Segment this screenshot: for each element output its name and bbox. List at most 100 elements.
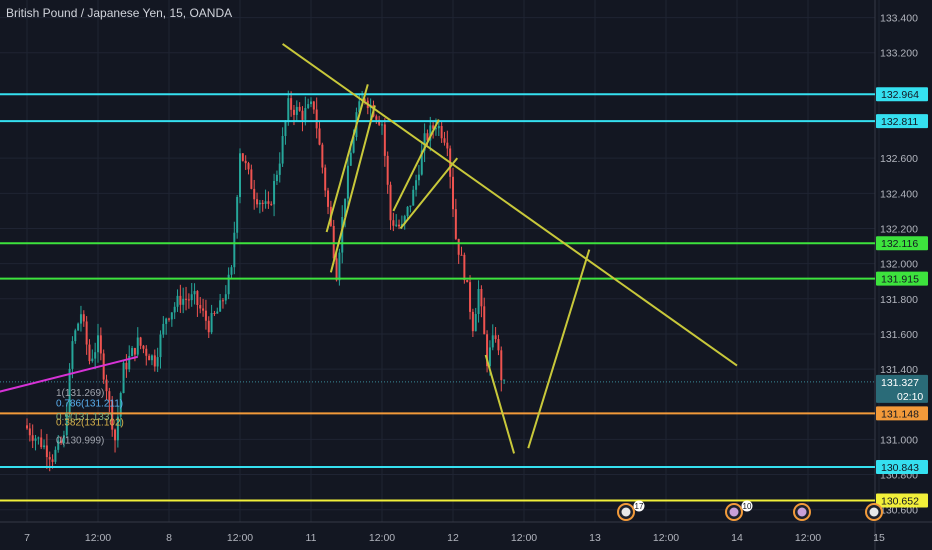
candle-body — [37, 437, 40, 439]
y-tick-label: 131.400 — [880, 364, 918, 376]
candle-body — [247, 163, 250, 170]
candle-body — [315, 109, 318, 129]
candle-body — [383, 124, 386, 156]
event-flag-inner — [869, 507, 879, 517]
candle-body — [156, 357, 159, 367]
candle-body — [307, 104, 310, 109]
event-count: 10 — [743, 502, 752, 511]
candle-body — [298, 106, 301, 111]
candle-body — [273, 181, 276, 205]
chart-root: British Pound / Japanese Yen, 15, OANDA … — [0, 0, 932, 550]
candle-body — [460, 254, 463, 256]
event-flag-inner — [797, 507, 807, 517]
candle-body — [281, 136, 284, 164]
candle-body — [258, 202, 261, 205]
candle-body — [45, 445, 48, 458]
candle-body — [457, 238, 460, 255]
candle-body — [443, 138, 446, 143]
candle-body — [224, 294, 227, 301]
y-tick-label: 133.200 — [880, 48, 918, 60]
candle-body — [26, 425, 28, 429]
candle-body — [236, 196, 239, 233]
candle-body — [79, 314, 82, 324]
candle-body — [170, 312, 173, 320]
candle-body — [165, 318, 168, 324]
candle-body — [497, 339, 500, 351]
candle-body — [94, 352, 97, 359]
level-price-badge-text: 130.652 — [881, 496, 919, 508]
candle-body — [261, 202, 264, 205]
candle-body — [295, 106, 298, 115]
candle-body — [290, 98, 293, 110]
candle-body — [264, 201, 267, 205]
event-flag-inner — [729, 507, 739, 517]
candle-body — [310, 101, 312, 105]
candle-body — [54, 449, 57, 462]
candle-body — [148, 355, 151, 361]
candle-body — [91, 358, 94, 362]
candle-body — [82, 314, 85, 322]
candle-body — [267, 201, 270, 204]
candle-body — [71, 341, 74, 369]
x-tick-label: 7 — [24, 532, 30, 544]
candle-body — [301, 110, 304, 120]
candle-body — [321, 144, 324, 168]
candle-body — [304, 108, 307, 120]
candle-body — [182, 298, 185, 305]
candle-body — [386, 155, 389, 185]
candle-body — [241, 153, 244, 161]
candle-body — [213, 312, 216, 314]
x-tick-label: 12:00 — [653, 532, 679, 544]
candle-body — [210, 312, 213, 333]
level-price-badge-text: 132.964 — [881, 89, 919, 101]
candle-body — [483, 306, 486, 335]
candle-body — [199, 305, 202, 309]
candle-body — [159, 334, 162, 358]
candle-body — [204, 310, 207, 321]
candle-body — [162, 323, 165, 335]
candle-body — [88, 344, 91, 362]
candle-body — [346, 165, 349, 199]
candle-body — [216, 311, 219, 314]
candle-body — [480, 288, 483, 307]
candle-body — [207, 320, 210, 333]
candle-body — [145, 348, 148, 356]
y-tick-label: 132.000 — [880, 259, 918, 271]
candle-body — [244, 160, 247, 164]
candle-body — [34, 438, 37, 441]
candle-body — [440, 125, 443, 139]
candle-body — [392, 220, 395, 226]
level-price-badge-text: 131.915 — [881, 274, 919, 286]
x-tick-label: 12:00 — [795, 532, 821, 544]
level-price-badge-text: 132.811 — [881, 116, 918, 128]
candle-body — [437, 125, 440, 129]
event-count: 17 — [635, 502, 644, 511]
candle-body — [409, 205, 412, 207]
candle-body — [452, 176, 454, 210]
candle-body — [275, 174, 278, 182]
chart-canvas[interactable]: 1(131.269)0.786(131.211)0.5(131.133)0.38… — [0, 0, 932, 550]
y-tick-label: 132.400 — [880, 188, 918, 200]
candle-body — [150, 355, 153, 361]
candle-body — [256, 199, 259, 205]
candle-body — [153, 355, 156, 367]
candle-body — [196, 291, 199, 306]
candle-body — [190, 294, 193, 301]
candle-body — [31, 435, 34, 441]
candle-body — [318, 128, 321, 145]
candle-body — [491, 335, 494, 348]
candle-body — [389, 184, 392, 221]
candle-body — [500, 350, 503, 381]
x-tick-label: 12:00 — [369, 532, 395, 544]
candle-body — [176, 295, 179, 307]
candle-body — [179, 295, 182, 305]
candle-body — [463, 254, 466, 281]
candle-body — [335, 258, 338, 281]
level-price-badge-text: 130.843 — [881, 462, 919, 474]
candle-body — [417, 174, 420, 181]
chart-title: British Pound / Japanese Yen, 15, OANDA — [6, 6, 233, 20]
x-tick-label: 12:00 — [227, 532, 253, 544]
candle-body — [312, 101, 315, 110]
candle-body — [131, 348, 134, 357]
candle-body — [125, 362, 128, 370]
